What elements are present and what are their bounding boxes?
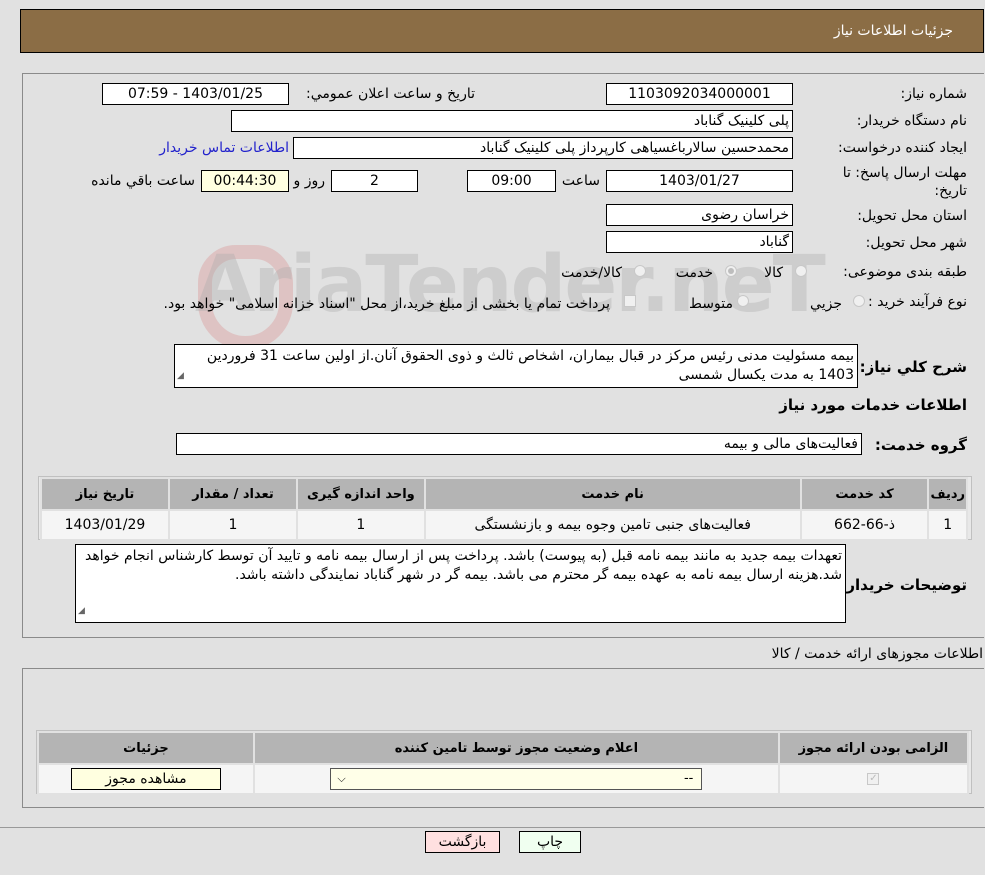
col-header-service-name: نام خدمت — [423, 477, 802, 511]
col-header-service-code: کد خدمت — [799, 477, 930, 511]
summary-textarea[interactable]: بیمه مسئولیت مدنی رئیس مرکز در قبال بیما… — [174, 344, 858, 388]
province-label: استان محل تحویل: — [857, 208, 967, 224]
col-header-details: جزئیات — [37, 731, 255, 765]
category-option-goods-service: کالا/خدمت — [561, 265, 622, 281]
cell-details: مشاهده مجوز — [37, 763, 255, 795]
deadline-time-field: 09:00 — [467, 170, 556, 192]
buyer-org-label: نام دستگاه خریدار: — [856, 113, 967, 129]
category-radio-goods-service[interactable] — [634, 265, 646, 277]
buyer-notes-textarea[interactable]: تعهدات بیمه جدید به مانند بیمه نامه قبل … — [75, 544, 846, 623]
print-button[interactable]: چاپ — [519, 831, 581, 853]
category-radio-service[interactable] — [725, 265, 737, 277]
category-radio-goods[interactable] — [795, 265, 807, 277]
col-header-need-date: تاریخ نیاز — [40, 477, 170, 511]
col-header-permit-required: الزامی بودن ارائه مجوز — [777, 731, 970, 765]
city-label: شهر محل تحویل: — [865, 235, 967, 251]
bottom-divider — [0, 827, 985, 828]
remaining-days-field: 2 — [331, 170, 418, 192]
permit-status-select[interactable]: -- ⌵ — [330, 768, 703, 790]
announce-datetime-label: تاریخ و ساعت اعلان عمومي: — [306, 86, 475, 102]
category-label: طبقه بندی موضوعی: — [843, 264, 967, 280]
summary-text: بیمه مسئولیت مدنی رئیس مرکز در قبال بیما… — [206, 348, 854, 383]
view-permit-button[interactable]: مشاهده مجوز — [70, 768, 221, 790]
back-button[interactable]: بازگشت — [425, 831, 500, 853]
permits-heading: اطلاعات مجوزهای ارائه خدمت / کالا — [771, 646, 983, 662]
cell-service-code: ذ-66-662 — [799, 509, 930, 541]
city-field: گناباد — [606, 231, 793, 253]
page-header: جزئیات اطلاعات نیاز — [20, 9, 984, 53]
process-radio-minor[interactable] — [853, 295, 865, 307]
resize-handle-icon[interactable]: ◢ — [78, 602, 85, 621]
buyer-contact-link[interactable]: اطلاعات تماس خریدار — [159, 140, 289, 156]
buyer-org-field: پلی کلینیک گناباد — [231, 110, 793, 132]
service-group-label: گروه خدمت: — [874, 436, 967, 454]
permit-status-value: -- — [683, 771, 694, 786]
resize-handle-icon[interactable]: ◢ — [177, 367, 184, 386]
permit-required-checkbox[interactable]: ✓ — [867, 773, 880, 785]
process-option-medium: متوسط — [689, 296, 733, 312]
cell-row-number: 1 — [927, 509, 968, 541]
treasury-checkbox[interactable] — [624, 295, 636, 307]
cell-service-name: فعالیت‌های جنبی تامین وجوه بیمه و بازنشس… — [423, 509, 802, 541]
need-number-field: 1103092034000001 — [606, 83, 793, 105]
process-label: نوع فرآیند خرید : — [868, 294, 967, 310]
buyer-notes-label: توضیحات خریدار: — [840, 576, 967, 594]
category-option-service: خدمت — [675, 265, 713, 281]
cell-unit: 1 — [295, 509, 426, 541]
category-option-goods: کالا — [764, 265, 783, 281]
buyer-notes-text: تعهدات بیمه جدید به مانند بیمه نامه قبل … — [85, 548, 842, 583]
cell-permit-required: ✓ — [777, 763, 970, 795]
need-number-label: شماره نیاز: — [900, 86, 968, 102]
remaining-label: ساعت باقي مانده — [91, 173, 195, 189]
col-header-unit: واحد اندازه گیری — [295, 477, 426, 511]
col-header-permit-status: اعلام وضعیت مجوز توسط تامین کننده — [252, 731, 780, 765]
creator-label: ایجاد کننده درخواست: — [838, 140, 967, 156]
process-radio-medium[interactable] — [737, 295, 749, 307]
permits-table: الزامی بودن ارائه مجوز اعلام وضعیت مجوز … — [37, 731, 970, 795]
service-group-field: فعالیت‌های مالی و بیمه — [176, 433, 862, 455]
remaining-time-field: 00:44:30 — [201, 170, 289, 192]
chevron-down-icon: ⌵ — [337, 772, 346, 785]
deadline-date-field: 1403/01/27 — [606, 170, 793, 192]
table-row: 1 ذ-66-662 فعالیت‌های جنبی تامین وجوه بی… — [40, 509, 968, 541]
creator-field: محمدحسین سالارباغسیاهی کارپرداز پلی کلین… — [293, 137, 793, 159]
province-field: خراسان رضوی — [606, 204, 793, 226]
treasury-note: پرداخت تمام یا بخشی از مبلغ خرید،از محل … — [163, 296, 610, 312]
deadline-label: مهلت ارسال پاسخ: تا تاریخ: — [842, 165, 967, 199]
col-header-quantity: تعداد / مقدار — [168, 477, 298, 511]
services-table: ردیف کد خدمت نام خدمت واحد اندازه گیری ت… — [40, 477, 968, 541]
cell-need-date: 1403/01/29 — [40, 509, 170, 541]
process-option-minor: جزیي — [810, 296, 842, 312]
services-heading: اطلاعات خدمات مورد نیاز — [779, 396, 967, 414]
cell-quantity: 1 — [168, 509, 298, 541]
summary-label: شرح کلي نیاز: — [859, 358, 967, 376]
cell-permit-status: -- ⌵ — [252, 763, 780, 795]
table-row: ✓ -- ⌵ مشاهده مجوز — [37, 763, 970, 795]
announce-datetime-field: 1403/01/25 - 07:59 — [102, 83, 289, 105]
col-header-row-number: ردیف — [927, 477, 968, 511]
deadline-time-label: ساعت — [561, 173, 600, 189]
page-title: جزئیات اطلاعات نیاز — [833, 23, 953, 39]
days-label: روز و — [293, 173, 326, 189]
